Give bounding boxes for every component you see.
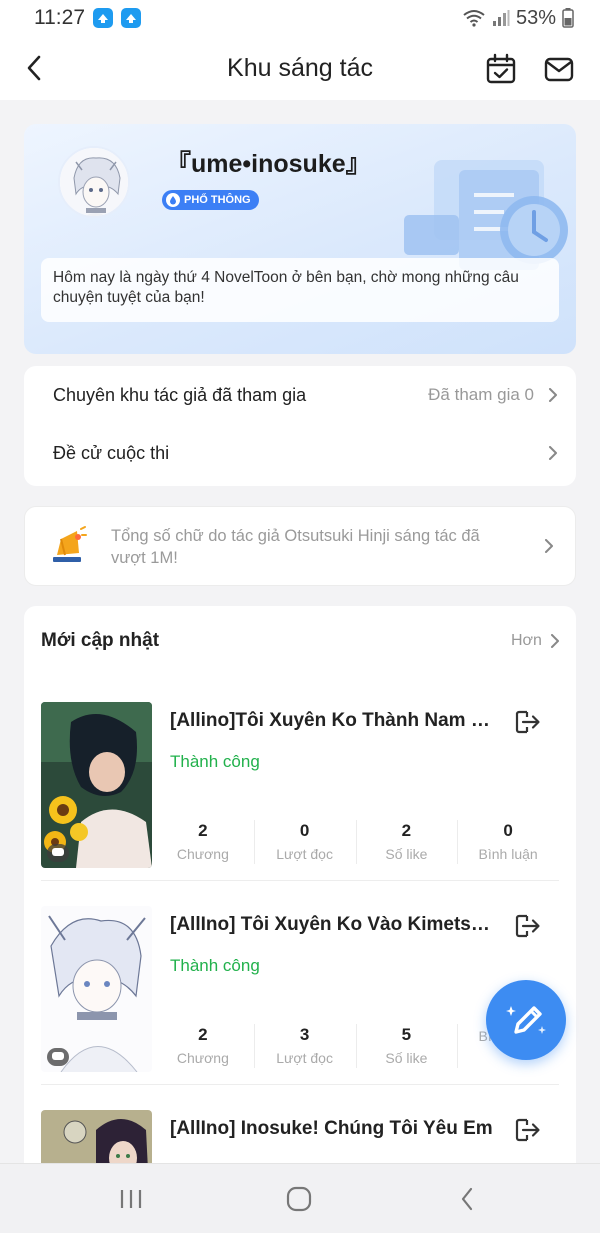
menu-item-label: Chuyên khu tác giả đã tham gia [53,384,307,405]
stat-value: 5 [401,1025,412,1044]
exit-icon[interactable] [513,708,541,736]
profile-card: 『ume•inosuke』 PHỔ THÔNG Hôm nay là ngày … [24,124,576,354]
joined-count: Đã tham gia 0 [428,385,534,404]
recent-apps-button[interactable] [113,1184,149,1214]
avatar[interactable] [58,146,130,218]
stat-value: 2 [198,1025,208,1044]
work-title: [Allino]Tôi Xuyên Ko Thành Nam Chính… [170,710,496,731]
greeting-message: Hôm nay là ngày thứ 4 NovelToon ở bên bạ… [41,258,559,322]
app-notification-icon [121,8,141,28]
exit-icon[interactable] [513,1116,541,1144]
badge-label: PHỔ THÔNG [184,194,251,206]
work-cover[interactable] [41,702,152,868]
badge-drop-icon [170,196,176,205]
section-title: Mới cập nhật [41,630,160,651]
author-menu: Chuyên khu tác giả đã tham gia Đã tham g… [24,366,576,486]
stat-label: Bình luận [478,846,538,862]
calendar-button[interactable] [484,52,518,86]
battery-icon [562,8,574,28]
back-nav-button[interactable] [449,1184,485,1214]
battery-percent: 53% [515,6,556,29]
stat-likes: 2 Số like [355,820,458,870]
contest-recommendation-row[interactable]: Đề cử cuộc thi [24,424,576,482]
stat-value: 0 [299,821,310,840]
work-title: [AllIno] Tôi Xuyên Ko Vào Kimetsu no Yai… [170,914,496,935]
stat-value: 0 [503,821,513,840]
work-cover[interactable] [41,906,152,1072]
chevron-right-icon [549,446,557,460]
announcement-card[interactable]: Tổng số chữ do tác giả Otsutsuki Hinji s… [24,506,576,586]
stat-label: Lượt đọc [276,846,333,862]
divider [41,1084,559,1085]
exit-icon[interactable] [513,912,541,940]
work-item[interactable]: [Allino]Tôi Xuyên Ko Thành Nam Chính… Th… [41,702,559,881]
chat-bubble-icon [47,844,69,862]
stat-chapters: 2 Chương [152,820,254,870]
stat-likes: 5 Số like [355,1024,458,1074]
top-app-bar: Khu sáng tác [0,36,600,100]
calendar-check-icon [486,53,516,84]
stat-label: Lượt đọc [276,1050,333,1066]
stat-value: 3 [299,1025,310,1044]
status-time: 11:27 [34,6,85,29]
wifi-icon [463,10,485,27]
menu-item-label: Đề cử cuộc thi [53,442,170,463]
status-bar: 11:27 53% [0,0,600,36]
chevron-right-icon [545,539,553,553]
chevron-left-icon [461,1187,473,1211]
pencil-icon [506,1006,546,1034]
stat-comments: 0 Bình luận [457,820,559,870]
more-label: Hơn [511,632,542,649]
announcement-text: Tổng số chữ do tác giả Otsutsuki Hinji s… [111,527,480,567]
home-button[interactable] [281,1184,317,1214]
home-icon [286,1186,312,1212]
chat-bubble-icon [47,1048,69,1066]
megaphone-icon [53,526,87,562]
stat-value: 2 [401,821,412,840]
membership-badge: PHỔ THÔNG [162,190,259,210]
mail-button[interactable] [542,52,576,86]
more-link[interactable]: Hơn [511,632,560,650]
joined-author-zones-row[interactable]: Chuyên khu tác giả đã tham gia Đã tham g… [24,366,576,424]
stat-value: 2 [198,821,208,840]
page-title: Khu sáng tác [227,53,373,82]
work-item[interactable]: [AllIno] Tôi Xuyên Ko Vào Kimetsu no Yai… [41,906,559,1085]
stat-label: Số like [385,1050,428,1066]
chevron-right-icon [549,388,557,402]
profile-name: 『ume•inosuke』 [166,150,371,178]
stat-reads: 0 Lượt đọc [253,820,356,870]
stat-label: Số like [385,846,428,862]
stat-label: Chương [176,1050,229,1066]
stat-label: Chương [176,846,229,862]
signal-icon [492,10,510,26]
system-navigation-bar [0,1163,600,1233]
avatar-illustration-icon [60,148,128,216]
recent-updates-section: Mới cập nhật Hơn [Allino]Tôi Xuyên Ko Th… [24,606,576,1233]
work-status: Thành công [170,752,260,771]
stat-chapters: 2 Chương [152,1024,254,1074]
back-button[interactable] [18,50,50,86]
mail-icon [544,57,574,82]
app-notification-icon [93,8,113,28]
write-button[interactable] [486,980,566,1060]
chevron-left-icon [27,55,41,81]
chevron-right-icon [550,634,559,648]
stat-reads: 3 Lượt đọc [253,1024,356,1074]
work-stats: 2 Chương 0 Lượt đọc 2 Số like 0 Bình luận [152,820,559,870]
work-status: Thành công [170,956,260,975]
work-title: [AllIno] Inosuke! Chúng Tôi Yêu Em [170,1118,493,1139]
divider [41,880,559,881]
recent-apps-icon [120,1190,142,1208]
